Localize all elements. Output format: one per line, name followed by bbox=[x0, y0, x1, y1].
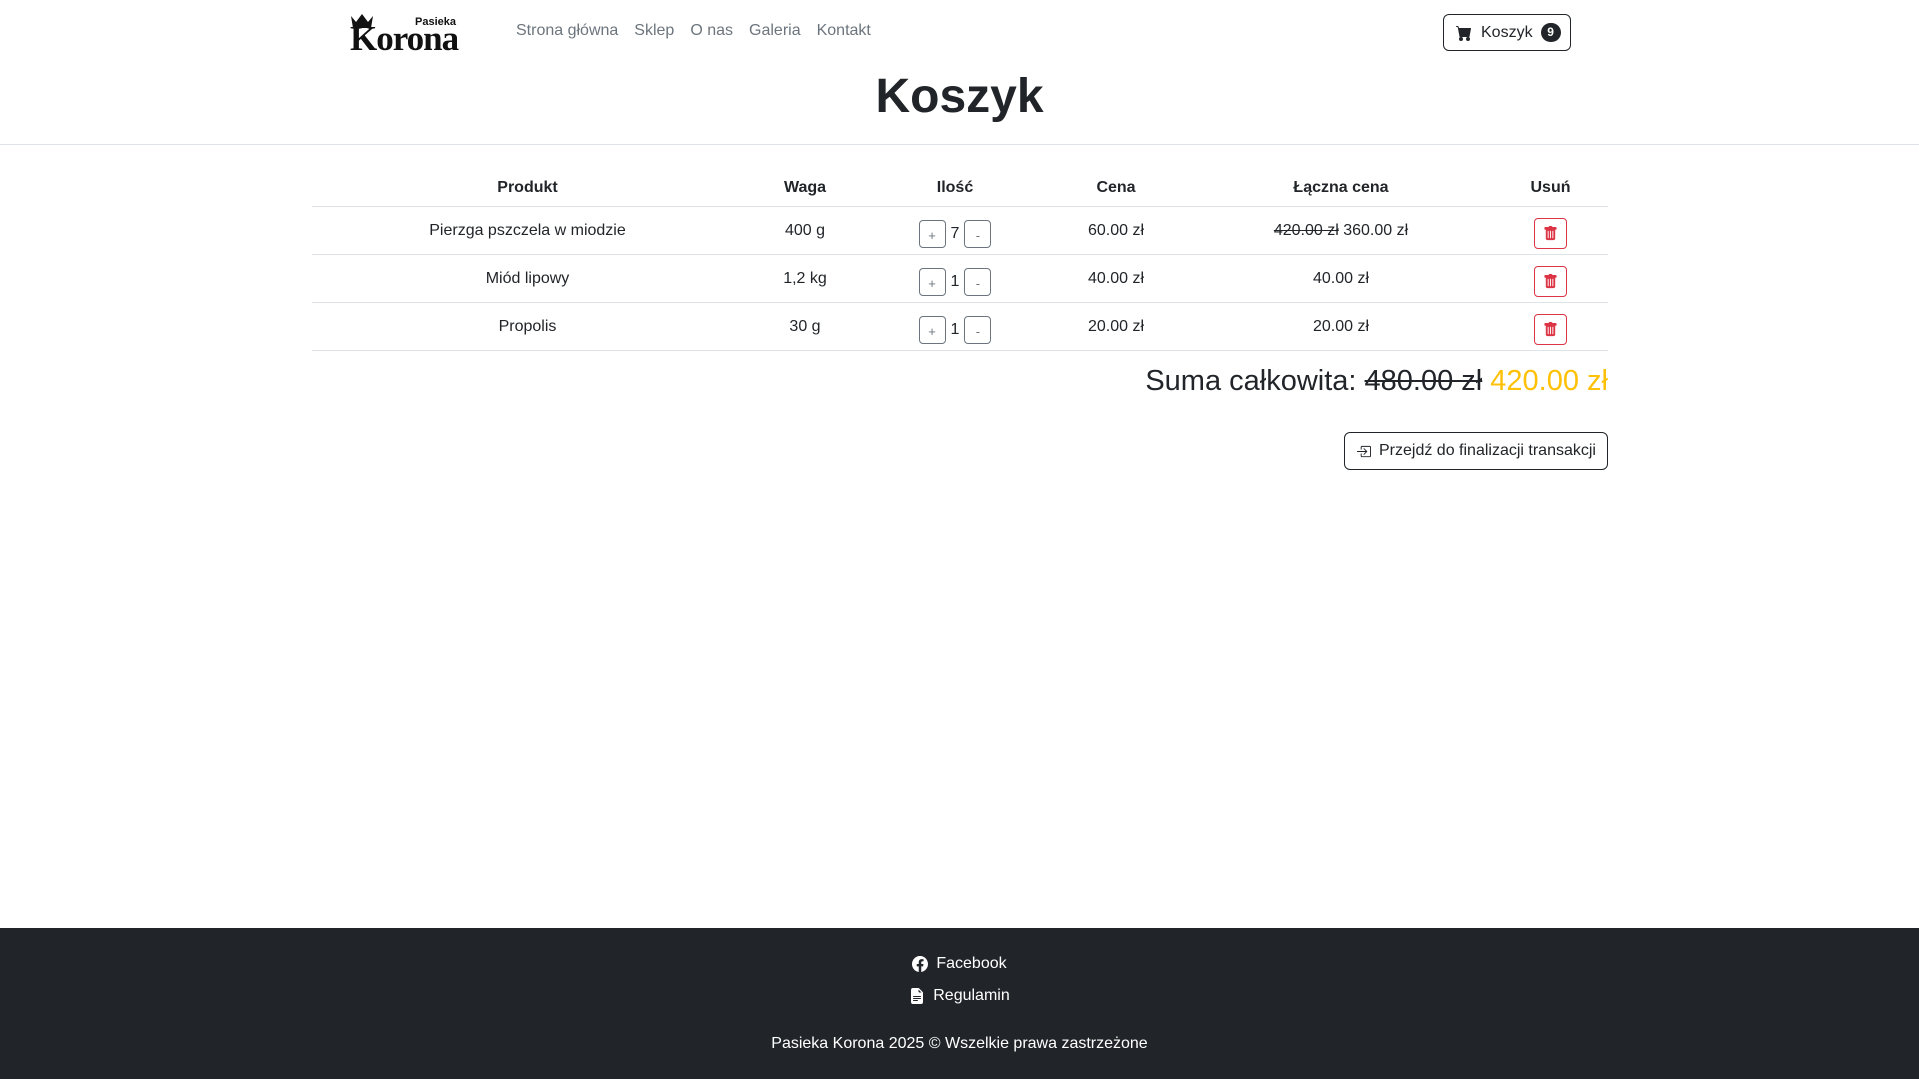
quantity-value: 1 bbox=[950, 272, 960, 290]
footer: Facebook Regulamin Pasieka Korona 2025 ©… bbox=[0, 928, 1919, 1079]
cell-weight: 30 g bbox=[743, 302, 867, 351]
total-price: 20.00 zł bbox=[1312, 317, 1370, 335]
document-icon bbox=[911, 988, 924, 1004]
cell-quantity: + 7 - bbox=[867, 206, 1043, 255]
remove-item-button[interactable] bbox=[1534, 266, 1567, 297]
trash-icon bbox=[1544, 274, 1557, 289]
table-row: Miód lipowy 1,2 kg + 1 - 40.00 zł 40.00 … bbox=[312, 254, 1608, 303]
cell-remove bbox=[1493, 254, 1608, 303]
header-remove: Usuń bbox=[1493, 170, 1608, 207]
header-product: Produkt bbox=[312, 170, 743, 207]
title-divider bbox=[0, 144, 1919, 145]
page-title: Koszyk bbox=[875, 70, 1044, 123]
old-total-price: 420.00 zł bbox=[1273, 221, 1339, 239]
footer-facebook-link[interactable]: Facebook bbox=[0, 955, 1919, 973]
table-row: Pierzga pszczela w miodzie 400 g + 7 - 6… bbox=[312, 206, 1608, 255]
cart-count-badge: 9 bbox=[1540, 23, 1561, 42]
quantity-value: 7 bbox=[950, 224, 960, 242]
nav-gallery[interactable]: Galeria bbox=[749, 22, 801, 40]
quantity-value: 1 bbox=[950, 320, 960, 338]
footer-copyright: Pasieka Korona 2025 © Wszelkie prawa zas… bbox=[771, 1035, 1148, 1052]
nav-about[interactable]: O nas bbox=[690, 22, 733, 40]
cell-price: 20.00 zł bbox=[1043, 302, 1189, 351]
cell-price: 40.00 zł bbox=[1043, 254, 1189, 303]
header-total: Łączna cena bbox=[1189, 170, 1493, 207]
old-total-amount: 480.00 zł bbox=[1364, 365, 1483, 397]
cart-icon bbox=[1456, 25, 1471, 41]
cell-product: Propolis bbox=[312, 302, 743, 351]
increase-quantity-button[interactable]: + bbox=[918, 219, 946, 248]
cell-weight: 400 g bbox=[743, 206, 867, 255]
cell-remove bbox=[1493, 302, 1608, 351]
cell-weight: 1,2 kg bbox=[743, 254, 867, 303]
cart-button[interactable]: Koszyk 9 bbox=[1443, 14, 1571, 51]
checkout-button[interactable]: Przejdź do finalizacji transakcji bbox=[1344, 432, 1608, 470]
cell-total: 420.00 zł 360.00 zł bbox=[1189, 206, 1493, 255]
cell-product: Miód lipowy bbox=[312, 254, 743, 303]
cart-table: Produkt Waga Ilość Cena Łączna cena Usuń… bbox=[312, 170, 1608, 351]
header-quantity: Ilość bbox=[867, 170, 1043, 207]
trash-icon bbox=[1544, 322, 1557, 337]
nav-home[interactable]: Strona główna bbox=[516, 22, 618, 40]
brand-logo[interactable]: Pasieka Korona bbox=[350, 12, 468, 58]
total-label: Suma całkowita: bbox=[1145, 365, 1357, 397]
cell-total: 40.00 zł bbox=[1189, 254, 1493, 303]
cell-price: 60.00 zł bbox=[1043, 206, 1189, 255]
header-price: Cena bbox=[1043, 170, 1189, 207]
footer-terms-label: Regulamin bbox=[933, 987, 1010, 1004]
page: Pasieka Korona Strona główna Sklep O nas… bbox=[0, 0, 1919, 1079]
cart-total: Suma całkowita: 480.00 zł 420.00 zł bbox=[1145, 365, 1608, 398]
facebook-icon bbox=[912, 956, 929, 972]
remove-item-button[interactable] bbox=[1534, 314, 1567, 345]
increase-quantity-button[interactable]: + bbox=[918, 267, 946, 296]
cell-quantity: + 1 - bbox=[867, 254, 1043, 303]
increase-quantity-button[interactable]: + bbox=[918, 315, 946, 344]
sign-in-icon bbox=[1356, 445, 1371, 457]
main-nav: Strona główna Sklep O nas Galeria Kontak… bbox=[516, 22, 871, 40]
cart-button-label: Koszyk bbox=[1481, 23, 1533, 41]
new-total-amount: 420.00 zł bbox=[1490, 365, 1608, 397]
cell-remove bbox=[1493, 206, 1608, 255]
footer-terms-link[interactable]: Regulamin bbox=[0, 987, 1919, 1005]
brand-big-text: Korona bbox=[350, 19, 459, 58]
nav-contact[interactable]: Kontakt bbox=[817, 22, 871, 40]
decrease-quantity-button[interactable]: - bbox=[964, 315, 992, 344]
cell-product: Pierzga pszczela w miodzie bbox=[312, 206, 743, 255]
trash-icon bbox=[1544, 226, 1557, 241]
footer-facebook-label: Facebook bbox=[936, 955, 1007, 972]
header-weight: Waga bbox=[743, 170, 867, 207]
decrease-quantity-button[interactable]: - bbox=[964, 267, 992, 296]
total-price: 40.00 zł bbox=[1312, 269, 1370, 287]
table-header-row: Produkt Waga Ilość Cena Łączna cena Usuń bbox=[312, 170, 1608, 207]
navbar: Pasieka Korona Strona główna Sklep O nas… bbox=[0, 0, 1919, 66]
table-row: Propolis 30 g + 1 - 20.00 zł 20.00 zł bbox=[312, 302, 1608, 351]
total-price: 360.00 zł bbox=[1343, 221, 1409, 239]
cell-quantity: + 1 - bbox=[867, 302, 1043, 351]
decrease-quantity-button[interactable]: - bbox=[964, 219, 992, 248]
remove-item-button[interactable] bbox=[1534, 218, 1567, 249]
nav-shop[interactable]: Sklep bbox=[634, 22, 674, 40]
cell-total: 20.00 zł bbox=[1189, 302, 1493, 351]
checkout-button-label: Przejdź do finalizacji transakcji bbox=[1379, 442, 1596, 459]
